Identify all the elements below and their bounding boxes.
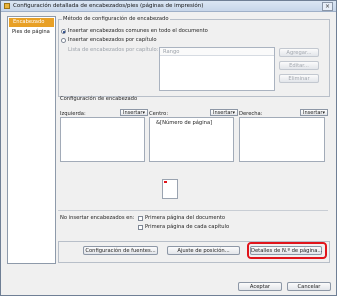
center-header-input[interactable]: &[Número de página] [149,117,234,162]
insert-center-button[interactable]: Insertar▾ [210,109,238,116]
no-insert-label: No insertar encabezados en: [60,215,135,221]
header-position-mark [164,181,167,183]
cancel-button[interactable]: Cancelar [287,282,331,291]
first-doc-checkbox[interactable] [138,216,143,221]
add-button[interactable]: Agregar... [279,48,319,57]
sidebar: Encabezado Pies de página [7,16,56,264]
font-settings-button[interactable]: Configuración de fuentes... [83,246,158,255]
radio-common-label: Insertar encabezados comunes en todo el … [68,28,208,34]
delete-button[interactable]: Eliminar [279,74,319,83]
highlight-box [247,242,327,259]
first-chapter-label: Primera página de cada capítulo [145,224,230,230]
close-button[interactable]: × [322,2,333,11]
position-adjust-button[interactable]: Ajuste de posición... [167,246,240,255]
radio-chapter-label: Insertar encabezados por capítulo [68,37,157,43]
app-icon [4,3,10,9]
radio-chapter[interactable] [61,38,66,43]
insert-left-button[interactable]: Insertar▾ [120,109,148,116]
insert-right-button[interactable]: Insertar▾ [300,109,328,116]
chapter-list[interactable]: Rango [159,47,275,91]
separator [58,210,328,211]
radio-common[interactable] [61,29,66,34]
right-header-input[interactable] [239,117,325,162]
window-title: Configuración detallada de encabezados/p… [13,3,204,9]
method-group-label: Método de configuración de encabezado [62,16,170,22]
chapter-list-label: Lista de encabezados por capítulo: [68,47,159,53]
close-icon: × [324,3,331,10]
sidebar-item-pies[interactable]: Pies de página [8,28,53,37]
ok-button[interactable]: Aceptar [238,282,282,291]
column-rango: Rango [163,49,180,55]
first-chapter-checkbox[interactable] [138,225,143,230]
edit-button[interactable]: Editar... [279,61,319,70]
main-panel: Método de configuración de encabezado In… [58,16,330,263]
dialog-window: Configuración detallada de encabezados/p… [0,0,337,296]
sidebar-item-encabezado[interactable]: Encabezado [9,18,54,27]
page-preview [162,179,178,199]
header-config-label: Configuración de encabezado [60,96,138,102]
title-bar: Configuración detallada de encabezados/p… [1,1,336,12]
left-header-input[interactable] [60,117,145,162]
first-doc-label: Primera página del documento [145,215,226,221]
center-header-value: &[Número de página] [156,120,213,126]
